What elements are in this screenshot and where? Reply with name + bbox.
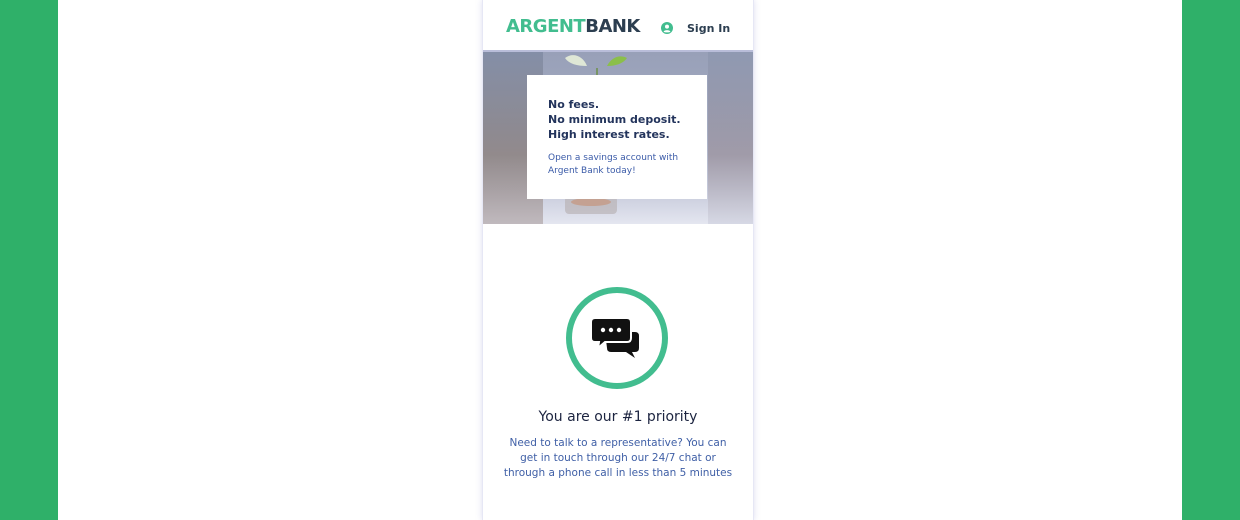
user-circle-icon xyxy=(661,22,673,34)
chat-icon xyxy=(566,287,668,389)
hero-line-interest: High interest rates. xyxy=(548,128,670,141)
site-header: ARGENTBANK Sign In xyxy=(483,0,753,52)
feature-description: Need to talk to a representative? You ca… xyxy=(503,437,733,479)
sign-in-link[interactable]: Sign In xyxy=(661,18,730,38)
chat-icon-badge xyxy=(565,286,669,390)
sign-in-label: Sign In xyxy=(687,21,731,35)
hero-banner: No fees. No minimum deposit. High intere… xyxy=(483,52,753,224)
hero-subtitle: Open a savings account with Argent Bank … xyxy=(548,153,679,176)
mobile-page: ARGENTBANK Sign In No fees. No minimum d… xyxy=(482,0,754,520)
logo-text-argent: ARGENT xyxy=(506,16,586,37)
jar-image xyxy=(565,196,617,214)
hero-line-no-fees: No fees. xyxy=(548,98,600,111)
feature-title: You are our #1 priority xyxy=(538,409,698,425)
argent-bank-logo[interactable]: ARGENTBANK xyxy=(506,16,640,38)
hero-photo-right xyxy=(708,52,753,224)
hero-line-no-deposit: No minimum deposit. xyxy=(548,113,681,126)
hero-content-card: No fees. No minimum deposit. High intere… xyxy=(527,75,707,199)
logo-text-bank: BANK xyxy=(585,16,640,37)
